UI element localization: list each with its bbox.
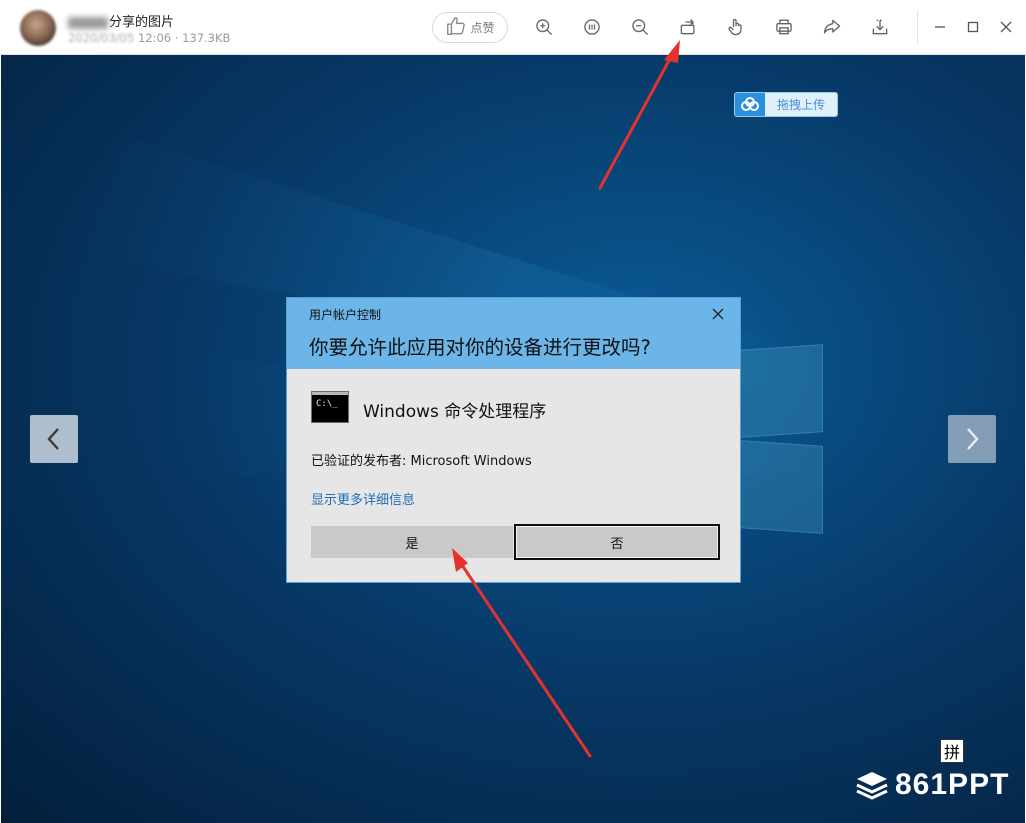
yes-button[interactable]: 是 [311,526,513,558]
chevron-left-icon [47,428,59,450]
avatar[interactable] [20,10,56,46]
minimize-icon[interactable] [929,16,951,38]
brand-watermark: 861PPT [855,768,1009,802]
uac-question: 你要允许此应用对你的设备进行更改吗? [309,336,651,359]
uac-dialog: 用户帐户控制 你要允许此应用对你的设备进行更改吗? C:\_ Windows 命… [286,297,741,583]
print-icon[interactable] [772,15,796,39]
file-meta: 2020/03/05 12:06 · 137.3KB [68,31,230,45]
previous-image-button[interactable] [30,415,78,463]
blurred-username [68,16,108,29]
meta-time: 12:06 [137,31,172,45]
hand-pan-icon[interactable] [724,15,748,39]
brand-text: 861PPT [895,768,1010,801]
upload-label: 拖拽上传 [776,98,825,112]
original-size-icon[interactable] [580,15,604,39]
chevron-right-icon [967,428,979,450]
verified-publisher: 已验证的发布者: Microsoft Windows [311,454,532,469]
uac-dialog-header: 用户帐户控制 你要允许此应用对你的设备进行更改吗? [287,298,740,369]
like-label: 点赞 [470,21,495,35]
meta-separator: · [174,31,179,45]
layers-logo-icon [856,772,888,800]
image-canvas: 拖拽上传 用户帐户控制 你要允许此应用对你的设备进行更改吗? C:\_ Wind… [1,55,1025,823]
drag-upload-button[interactable]: 拖拽上传 [734,92,838,117]
close-icon[interactable] [995,16,1017,38]
maximize-icon[interactable] [962,16,984,38]
meta-date: 2020/03/05 [68,31,135,45]
rotate-icon[interactable] [676,15,700,39]
viewer-title-bar: 分享的图片 2020/03/05 12:06 · 137.3KB 点赞 [0,0,1026,55]
zoom-in-icon[interactable] [532,15,556,39]
ime-indicator: 拼 [940,739,964,763]
cloud-icon [735,93,765,116]
title-text: 分享的图片 [109,15,175,30]
like-button[interactable]: 点赞 [432,12,508,43]
zoom-out-icon[interactable] [628,15,652,39]
meta-size: 137.3KB [182,31,231,45]
uac-caption: 用户帐户控制 [309,308,382,322]
toolbar-divider [917,10,918,44]
close-icon[interactable] [710,306,726,322]
command-prompt-icon: C:\_ [311,391,349,423]
windows-logo-graphic [739,344,825,535]
thumbs-up-icon [445,15,467,40]
share-icon[interactable] [820,15,844,39]
app-name: Windows 命令处理程序 [363,402,547,422]
page-title: 分享的图片 [68,11,174,30]
show-more-details-link[interactable]: 显示更多详细信息 [311,489,415,508]
cmd-icon-text: C:\_ [316,399,338,409]
download-icon[interactable] [868,15,892,39]
next-image-button[interactable] [948,415,996,463]
no-button[interactable]: 否 [514,524,720,560]
